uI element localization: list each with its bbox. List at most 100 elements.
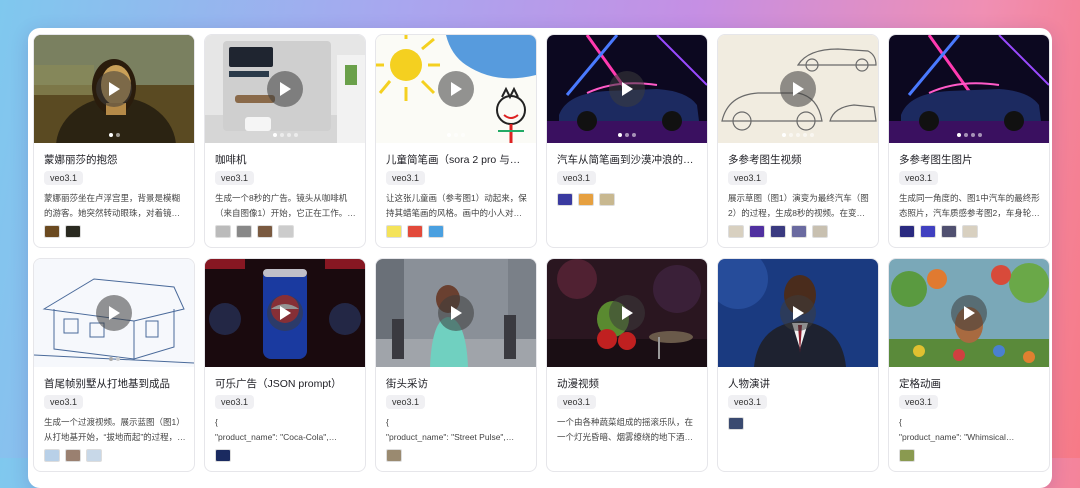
card-title: 定格动画 bbox=[899, 378, 941, 390]
model-badge: veo3.1 bbox=[728, 171, 768, 185]
reference-image bbox=[599, 193, 615, 206]
template-card-anime-video[interactable]: 动漫视频 veo3.1 一个由各种蔬菜组成的摇滚乐队，在一个灯光昏暗、烟雾缭绕的… bbox=[546, 258, 708, 472]
play-icon[interactable] bbox=[438, 295, 474, 331]
carousel-dots bbox=[34, 133, 194, 137]
reference-image bbox=[386, 449, 402, 462]
video-thumbnail[interactable] bbox=[718, 35, 878, 143]
reference-thumbnails bbox=[215, 449, 231, 462]
template-card-multi-ref-video[interactable]: 多参考图生视频 veo3.1 展示草图（图1）演变为最终汽车（图2）的过程，生成… bbox=[717, 34, 879, 248]
reference-image bbox=[428, 225, 444, 238]
card-title: 咖啡机 bbox=[215, 154, 247, 166]
reference-image bbox=[899, 225, 915, 238]
template-gallery-panel: 蒙娜丽莎的抱怨 veo3.1 蒙娜丽莎坐在卢浮宫里，背景是模糊的游客。她突然转动… bbox=[28, 28, 1052, 488]
model-badge: veo3.1 bbox=[44, 171, 84, 185]
model-badge: veo3.1 bbox=[215, 395, 255, 409]
reference-image bbox=[278, 225, 294, 238]
video-thumbnail[interactable] bbox=[34, 259, 194, 367]
carousel-dots bbox=[889, 133, 1049, 137]
reference-image bbox=[557, 193, 573, 206]
template-card-multi-ref-image[interactable]: 多参考图生图片 veo3.1 生成同一角度的、图1中汽车的最终形态照片，汽车质感… bbox=[888, 34, 1050, 248]
carousel-dots bbox=[34, 357, 194, 361]
video-thumbnail[interactable] bbox=[376, 35, 536, 143]
template-card-speech[interactable]: 人物演讲 veo3.1 bbox=[717, 258, 879, 472]
reference-image bbox=[812, 225, 828, 238]
card-title: 人物演讲 bbox=[728, 378, 770, 390]
reference-thumbnails bbox=[44, 449, 102, 462]
play-icon[interactable] bbox=[780, 71, 816, 107]
reference-image bbox=[728, 225, 744, 238]
reference-image bbox=[44, 225, 60, 238]
template-card-kids-drawing[interactable]: 儿童简笔画（sora 2 pro 与… veo3.1 让这张儿童画（参考图1）动… bbox=[375, 34, 537, 248]
reference-image bbox=[236, 225, 252, 238]
reference-image bbox=[65, 225, 81, 238]
play-icon[interactable] bbox=[780, 295, 816, 331]
reference-image bbox=[749, 225, 765, 238]
reference-image bbox=[44, 449, 60, 462]
carousel-dots bbox=[547, 133, 707, 137]
card-description: 一个由各种蔬菜组成的摇滚乐队，在一个灯光昏暗、烟雾缭绕的地下酒吧里… bbox=[557, 417, 694, 442]
reference-thumbnails bbox=[899, 225, 978, 238]
card-description: 让这张儿童画（参考图1）动起来，保持其蜡笔画的风格。画中的小人对着… bbox=[386, 193, 527, 218]
reference-thumbnails bbox=[899, 449, 915, 462]
reference-thumbnails bbox=[386, 449, 402, 462]
reference-thumbnails bbox=[728, 225, 828, 238]
card-description: { "product_name": "Street Pulse",… bbox=[386, 417, 515, 442]
reference-image bbox=[257, 225, 273, 238]
template-card-mona-lisa[interactable]: 蒙娜丽莎的抱怨 veo3.1 蒙娜丽莎坐在卢浮宫里，背景是模糊的游客。她突然转动… bbox=[33, 34, 195, 248]
reference-image bbox=[86, 449, 102, 462]
reference-image bbox=[65, 449, 81, 462]
video-thumbnail[interactable] bbox=[376, 259, 536, 367]
video-thumbnail[interactable] bbox=[34, 35, 194, 143]
video-thumbnail[interactable] bbox=[205, 35, 365, 143]
reference-image bbox=[899, 449, 915, 462]
carousel-dots bbox=[205, 133, 365, 137]
play-icon[interactable] bbox=[609, 295, 645, 331]
play-icon[interactable] bbox=[267, 71, 303, 107]
play-icon[interactable] bbox=[609, 71, 645, 107]
template-card-stop-motion[interactable]: 定格动画 veo3.1 { "product_name": "Whimsical… bbox=[888, 258, 1050, 472]
reference-thumbnails bbox=[557, 193, 615, 206]
video-thumbnail[interactable] bbox=[547, 259, 707, 367]
video-thumbnail[interactable] bbox=[205, 259, 365, 367]
carousel-dots bbox=[376, 133, 536, 137]
play-icon[interactable] bbox=[951, 295, 987, 331]
model-badge: veo3.1 bbox=[44, 395, 84, 409]
reference-image bbox=[770, 225, 786, 238]
reference-thumbnails bbox=[728, 417, 744, 430]
video-thumbnail[interactable] bbox=[718, 259, 878, 367]
card-title: 首尾帧别墅从打地基到成品 bbox=[44, 378, 170, 390]
card-description: { "product_name": "Whimsical… bbox=[899, 417, 1015, 442]
reference-image bbox=[578, 193, 594, 206]
reference-image bbox=[215, 225, 231, 238]
template-card-car-sketch-to-desert[interactable]: 汽车从简笔画到沙漠冲浪的过程 veo3.1 bbox=[546, 34, 708, 248]
template-card-coffee-machine[interactable]: 咖啡机 veo3.1 生成一个8秒的广告。镜头从咖啡机（来自图像1）开始，它正在… bbox=[204, 34, 366, 248]
card-title: 蒙娜丽莎的抱怨 bbox=[44, 154, 118, 166]
model-badge: veo3.1 bbox=[899, 171, 939, 185]
reference-image bbox=[407, 225, 423, 238]
card-title: 儿童简笔画（sora 2 pro 与… bbox=[386, 154, 521, 166]
card-title: 多参考图生视频 bbox=[728, 154, 802, 166]
play-icon[interactable] bbox=[96, 295, 132, 331]
card-title: 汽车从简笔画到沙漠冲浪的过程 bbox=[557, 154, 699, 166]
model-badge: veo3.1 bbox=[215, 171, 255, 185]
template-card-street-interview[interactable]: 街头采访 veo3.1 { "product_name": "Street Pu… bbox=[375, 258, 537, 472]
model-badge: veo3.1 bbox=[386, 171, 426, 185]
card-title: 街头采访 bbox=[386, 378, 428, 390]
reference-thumbnails bbox=[215, 225, 294, 238]
video-thumbnail[interactable] bbox=[547, 35, 707, 143]
template-card-villa-construction[interactable]: 首尾帧别墅从打地基到成品 veo3.1 生成一个过渡视频。展示蓝图（图1）从打地… bbox=[33, 258, 195, 472]
video-thumbnail[interactable] bbox=[889, 259, 1049, 367]
card-description: 展示草图（图1）演变为最终汽车（图2）的过程，生成8秒的视频。在变… bbox=[728, 193, 869, 218]
video-thumbnail[interactable] bbox=[889, 35, 1049, 143]
card-description: 生成一个过渡视频。展示蓝图（图1）从打地基开始，“拔地而起”的过程，… bbox=[44, 417, 186, 442]
card-description: 生成同一角度的、图1中汽车的最终形态照片，汽车质感参考图2，车身轮… bbox=[899, 193, 1040, 218]
play-icon[interactable] bbox=[96, 71, 132, 107]
model-badge: veo3.1 bbox=[728, 395, 768, 409]
play-icon[interactable] bbox=[267, 295, 303, 331]
card-title: 可乐广告（JSON prompt） bbox=[215, 378, 342, 390]
play-icon[interactable] bbox=[438, 71, 474, 107]
model-badge: veo3.1 bbox=[557, 171, 597, 185]
model-badge: veo3.1 bbox=[386, 395, 426, 409]
template-card-cola-ad[interactable]: 可乐广告（JSON prompt） veo3.1 { "product_name… bbox=[204, 258, 366, 472]
reference-image bbox=[941, 225, 957, 238]
